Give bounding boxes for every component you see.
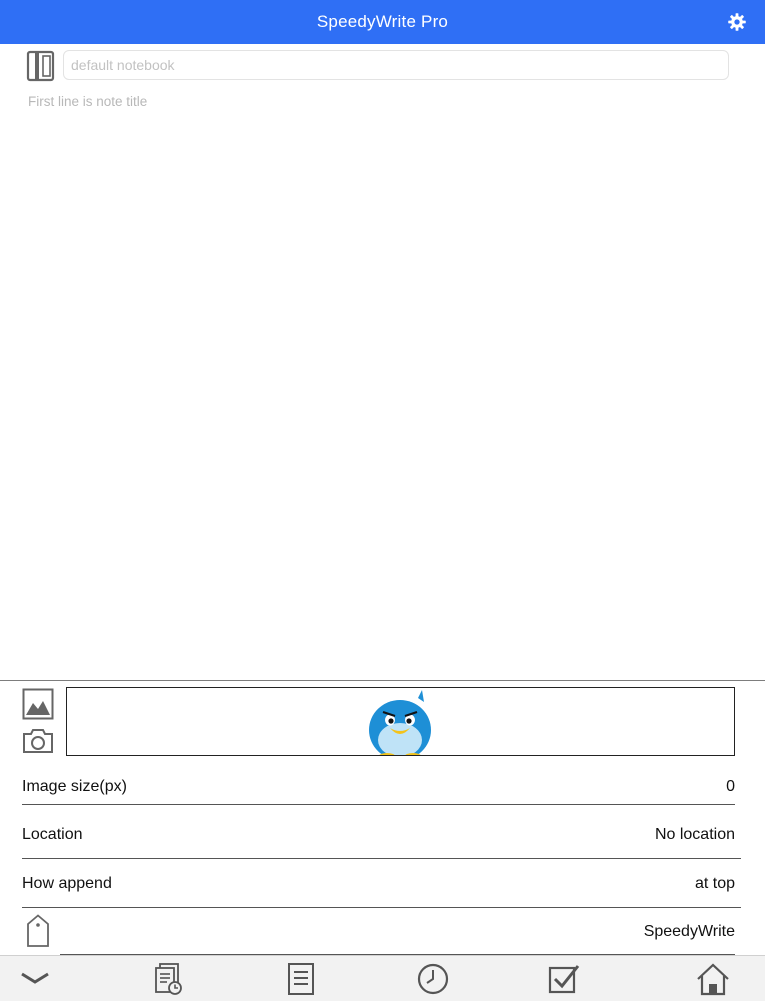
notebook-icon[interactable]: [26, 50, 56, 82]
clock-icon[interactable]: [416, 962, 450, 996]
penguin-mascot-image: [369, 690, 431, 755]
image-size-row[interactable]: Image size(px) 0: [22, 778, 735, 826]
bottom-toolbar: [0, 955, 765, 1001]
tag-value: SpeedyWrite: [643, 923, 735, 940]
history-icon[interactable]: [151, 962, 185, 996]
row-divider: [22, 907, 741, 908]
app-title: SpeedyWrite Pro: [316, 12, 449, 31]
row-divider: [22, 858, 741, 859]
home-icon[interactable]: [696, 962, 730, 996]
location-row[interactable]: Location No location: [22, 826, 735, 874]
note-body-textarea[interactable]: [20, 88, 745, 673]
row-divider: [22, 804, 735, 805]
chevron-down-icon[interactable]: [18, 962, 52, 996]
location-value: No location: [654, 826, 735, 843]
top-bar: SpeedyWrite Pro: [0, 0, 765, 44]
how-append-row[interactable]: How append at top: [22, 875, 735, 923]
how-append-value: at top: [694, 875, 735, 892]
divider: [0, 680, 765, 681]
document-icon[interactable]: [284, 962, 318, 996]
location-label: Location: [22, 826, 83, 843]
image-size-value: 0: [726, 778, 735, 795]
image-size-label: Image size(px): [22, 778, 127, 795]
gear-icon[interactable]: [727, 12, 747, 32]
notebook-field[interactable]: [63, 50, 729, 80]
how-append-label: How append: [22, 875, 112, 892]
image-icon[interactable]: [22, 688, 54, 720]
checkbox-icon[interactable]: [547, 962, 581, 996]
camera-icon[interactable]: [22, 728, 54, 754]
tag-icon[interactable]: [26, 914, 50, 948]
image-preview[interactable]: [66, 687, 735, 756]
